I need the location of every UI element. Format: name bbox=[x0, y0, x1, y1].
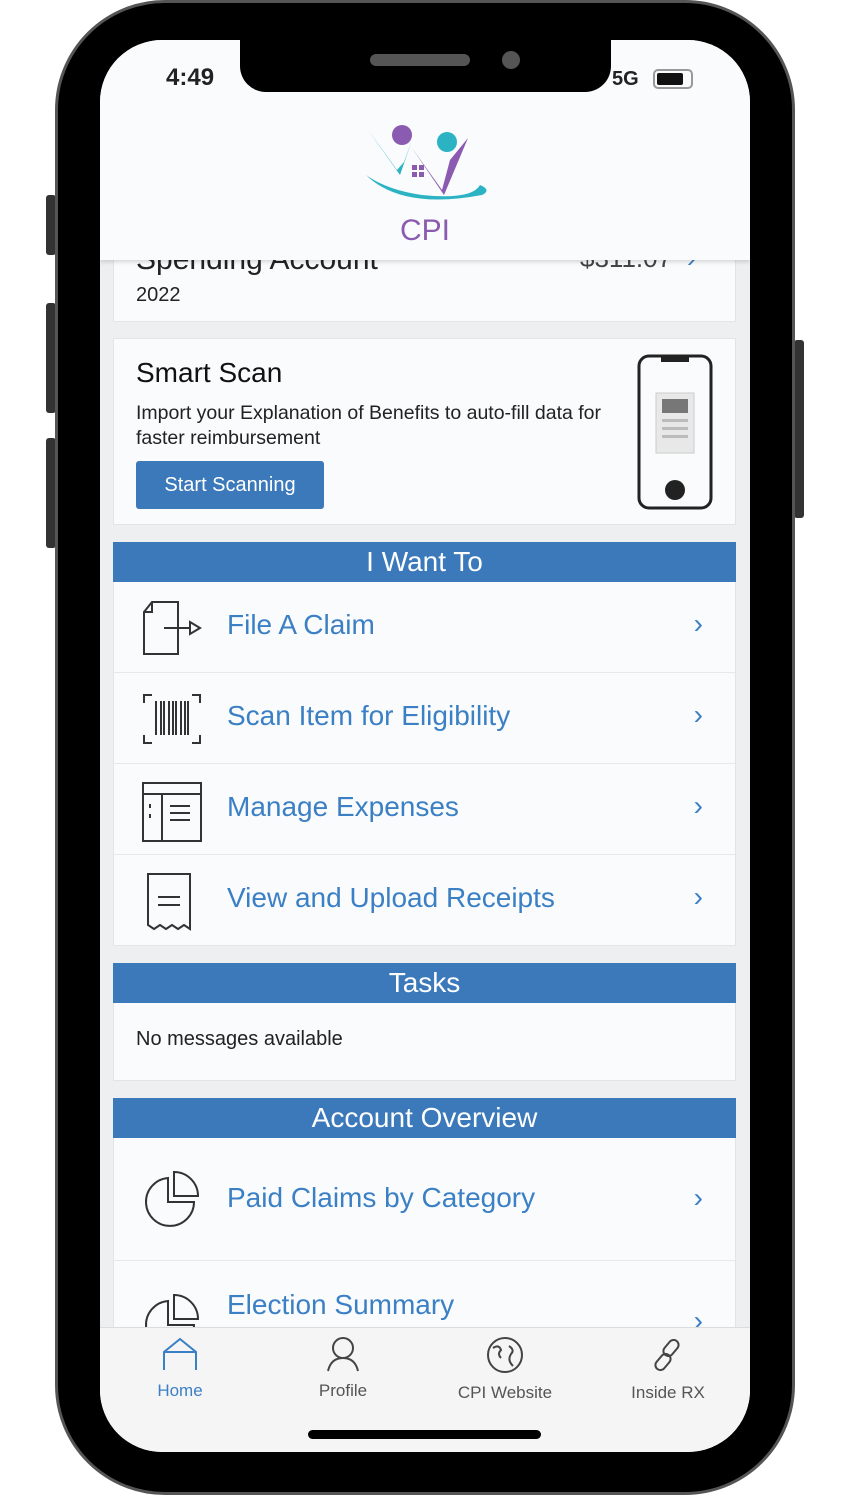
app-screen: 4:49 5G CPI Spending Account $311.07 › 2… bbox=[100, 40, 750, 1452]
tasks-card: No messages available bbox=[113, 1003, 736, 1081]
cpi-logo bbox=[366, 125, 487, 200]
item-label: Election Summary bbox=[227, 1289, 455, 1320]
tab-label: Profile bbox=[318, 1381, 368, 1400]
globe-icon bbox=[487, 1337, 523, 1373]
barcode-icon bbox=[143, 694, 201, 744]
scan-item-item[interactable]: Scan Item for Eligibility › bbox=[114, 673, 735, 764]
home-indicator[interactable] bbox=[308, 1430, 541, 1439]
logo-text: CPI bbox=[399, 214, 450, 247]
account-year: 2022 bbox=[136, 284, 181, 306]
home-icon bbox=[163, 1337, 197, 1370]
status-time: 4:49 bbox=[166, 64, 215, 91]
smart-scan-title: Smart Scan bbox=[136, 357, 283, 388]
link-icon bbox=[654, 1338, 680, 1372]
chevron-right-icon: › bbox=[693, 1182, 703, 1213]
chevron-right-icon: › bbox=[693, 608, 703, 639]
tab-label: Inside RX bbox=[631, 1383, 705, 1402]
tab-home[interactable]: Home bbox=[115, 1336, 245, 1401]
tab-profile[interactable]: Profile bbox=[278, 1336, 408, 1401]
tab-inside-rx[interactable]: Inside RX bbox=[603, 1336, 733, 1403]
battery-icon bbox=[653, 69, 693, 89]
notch bbox=[240, 40, 611, 92]
i-want-to-list: File A Claim › Scan Item for Eligibility… bbox=[113, 582, 736, 946]
item-label: Paid Claims by Category bbox=[227, 1182, 536, 1213]
tasks-message: No messages available bbox=[136, 1028, 343, 1050]
smart-scan-description: Import your Explanation of Benefits to a… bbox=[136, 402, 602, 449]
item-label: Scan Item for Eligibility bbox=[227, 700, 511, 731]
item-label: File A Claim bbox=[227, 609, 375, 640]
i-want-to-header: I Want To bbox=[113, 542, 736, 582]
user-icon bbox=[327, 1337, 359, 1372]
manage-expenses-item[interactable]: Manage Expenses › bbox=[114, 764, 735, 855]
phone-scan-icon bbox=[637, 354, 713, 510]
paid-claims-item[interactable]: Paid Claims by Category › bbox=[114, 1138, 735, 1261]
item-label: View and Upload Receipts bbox=[227, 882, 555, 913]
tasks-header: Tasks bbox=[113, 963, 736, 1003]
app-header: CPI bbox=[100, 110, 750, 260]
tab-cpi-website[interactable]: CPI Website bbox=[440, 1336, 570, 1403]
file-claim-icon bbox=[143, 601, 202, 655]
tab-label: Home bbox=[157, 1381, 203, 1400]
pie-chart-icon bbox=[145, 1170, 200, 1227]
tab-label: CPI Website bbox=[457, 1383, 553, 1402]
smart-scan-card: Smart Scan Import your Explanation of Be… bbox=[113, 338, 736, 525]
chevron-right-icon: › bbox=[693, 881, 703, 912]
receipt-icon bbox=[147, 873, 191, 931]
tab-bar: Home Profile CPI Website Inside RX bbox=[100, 1327, 750, 1452]
account-overview-header: Account Overview bbox=[113, 1098, 736, 1138]
start-scanning-button[interactable]: Start Scanning bbox=[136, 461, 324, 509]
chevron-right-icon: › bbox=[693, 699, 703, 730]
view-upload-receipts-item[interactable]: View and Upload Receipts › bbox=[114, 855, 735, 946]
list-icon bbox=[142, 782, 202, 842]
network-indicator: 5G bbox=[612, 68, 639, 90]
file-a-claim-item[interactable]: File A Claim › bbox=[114, 582, 735, 673]
chevron-right-icon: › bbox=[693, 790, 703, 821]
item-label: Manage Expenses bbox=[227, 791, 459, 822]
